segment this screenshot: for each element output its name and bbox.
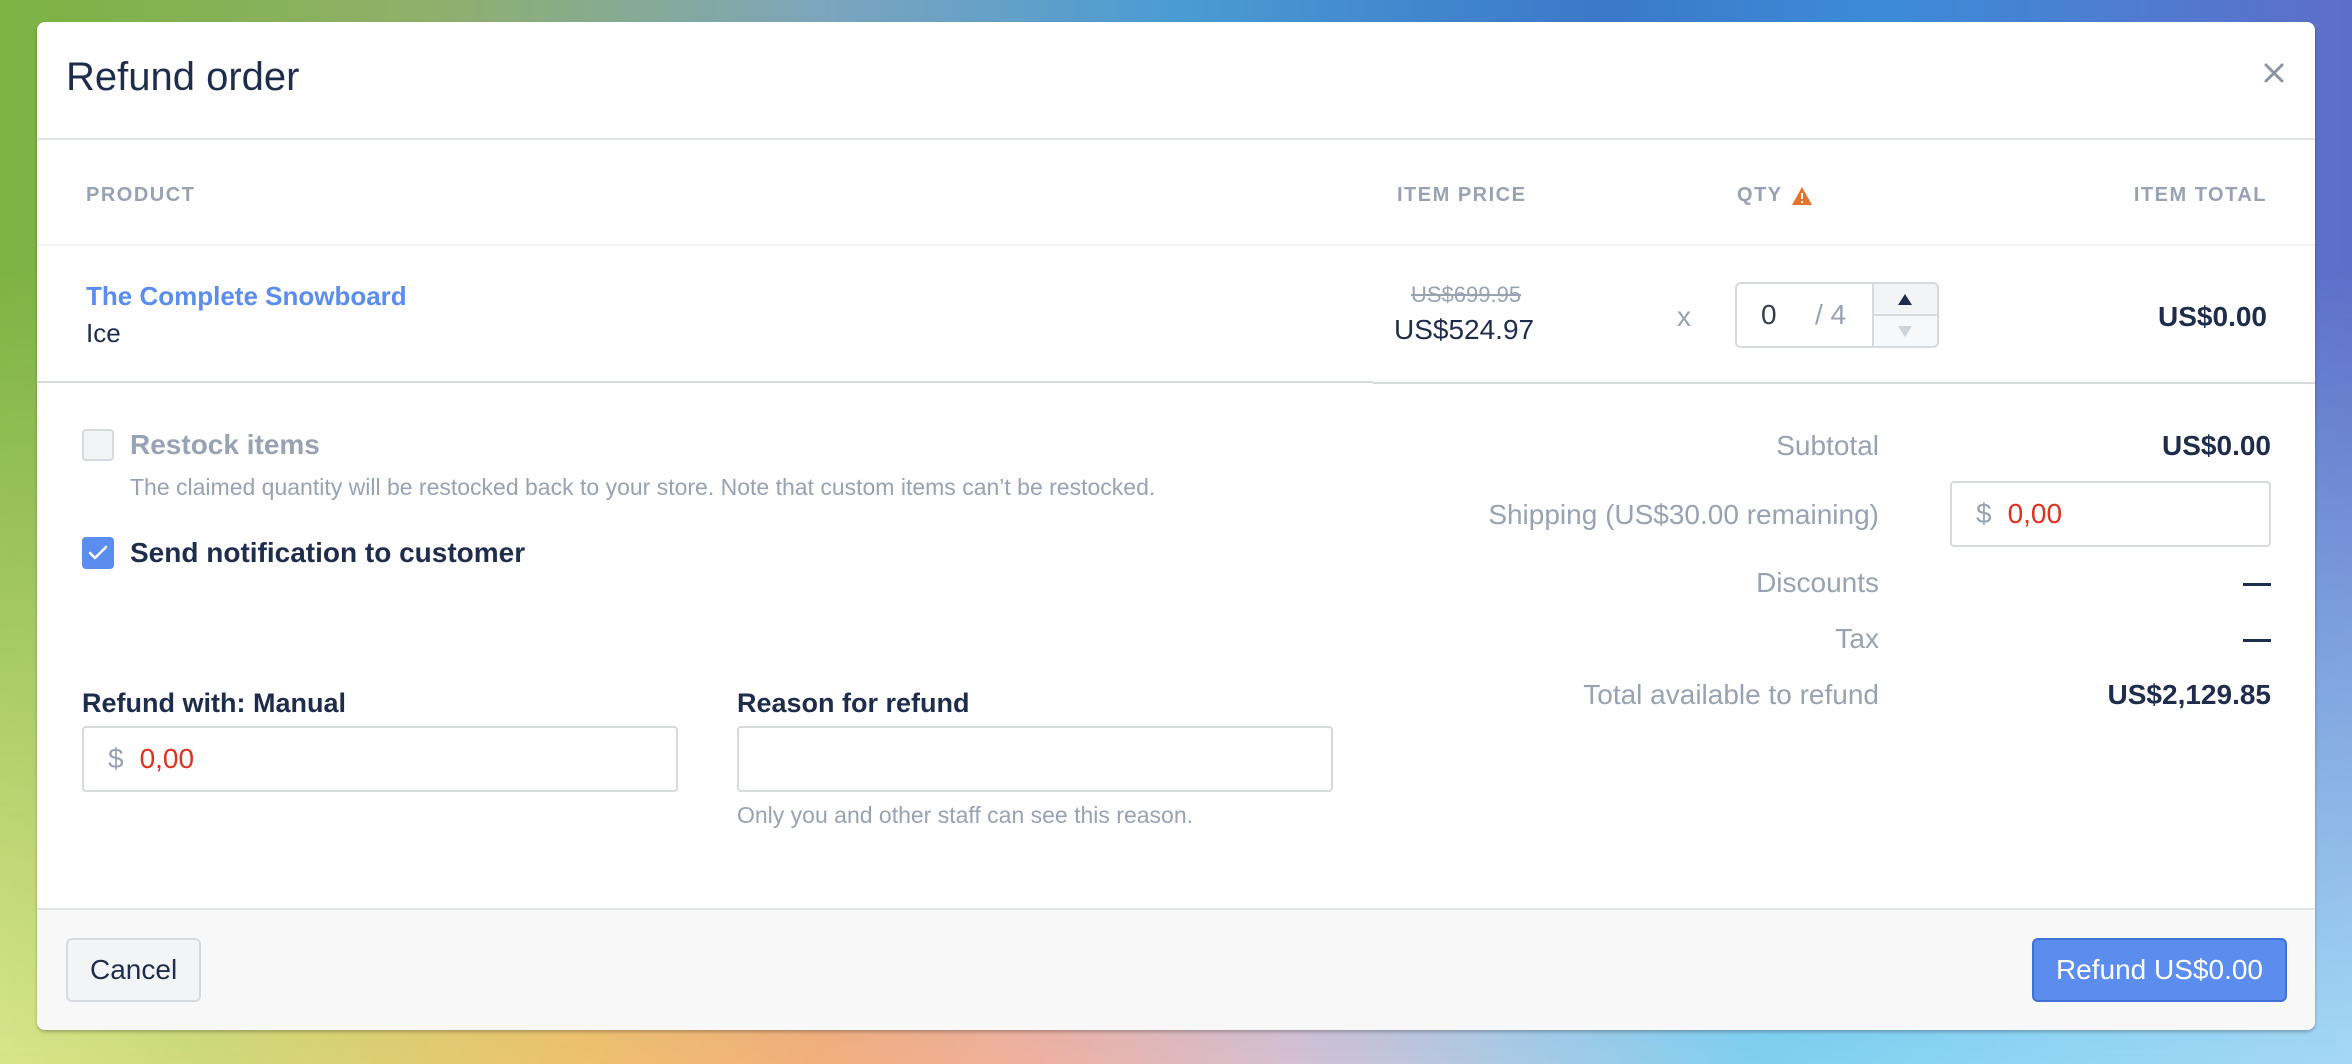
discounts-label: Discounts bbox=[1756, 567, 1879, 598]
column-header-item-total: ITEM TOTAL bbox=[2133, 184, 2267, 206]
discounts-value bbox=[2243, 583, 2271, 586]
reason-help-text: Only you and other staff can see this re… bbox=[737, 802, 1194, 828]
item-total: US$0.00 bbox=[2158, 301, 2267, 332]
send-notification-label: Send notification to customer bbox=[130, 537, 526, 568]
quantity-stepper-buttons bbox=[1871, 284, 1937, 346]
send-notification-option[interactable]: Send notification to customer bbox=[82, 537, 525, 569]
quantity-value[interactable]: 0 bbox=[1761, 299, 1815, 331]
tax-value bbox=[2243, 639, 2271, 642]
quantity-increment-button[interactable] bbox=[1873, 284, 1937, 316]
cancel-button[interactable]: Cancel bbox=[66, 938, 202, 1002]
send-notification-checkbox[interactable] bbox=[82, 537, 114, 569]
checkmark-icon bbox=[88, 545, 108, 560]
refund-order-modal: Refund order PRODUCT ITEM PRICE QTY ITEM… bbox=[37, 22, 2315, 1030]
reason-label: Reason for refund bbox=[737, 688, 970, 718]
caret-up-icon bbox=[1898, 293, 1913, 305]
multiply-sign: x bbox=[1677, 301, 1691, 332]
reason-input[interactable] bbox=[737, 726, 1333, 792]
shipping-amount-value: 0,00 bbox=[2007, 498, 2063, 529]
column-header-qty: QTY bbox=[1737, 184, 1813, 207]
column-header-qty-label: QTY bbox=[1737, 184, 1783, 206]
total-available-label: Total available to refund bbox=[1583, 679, 1879, 710]
refund-button[interactable]: Refund US$0.00 bbox=[2031, 938, 2287, 1002]
refund-with-label: Refund with: Manual bbox=[82, 688, 346, 718]
column-header-item-price: ITEM PRICE bbox=[1397, 184, 1527, 206]
quantity-decrement-button[interactable] bbox=[1873, 316, 1937, 346]
restock-items-label: Restock items bbox=[130, 429, 320, 460]
restock-help-text: The claimed quantity will be restocked b… bbox=[130, 474, 1156, 500]
warning-triangle-icon[interactable] bbox=[1791, 186, 1813, 206]
shipping-amount-input[interactable]: $ 0,00 bbox=[1950, 481, 2271, 547]
subtotal-label: Subtotal bbox=[1776, 430, 1879, 461]
refund-amount-value: 0,00 bbox=[139, 743, 195, 774]
divider bbox=[1373, 382, 2315, 384]
modal-header: Refund order bbox=[37, 22, 2315, 140]
refund-amount-input[interactable]: $ 0,00 bbox=[82, 726, 678, 792]
caret-down-icon bbox=[1898, 325, 1913, 337]
currency-symbol: $ bbox=[1976, 498, 1992, 529]
total-available-value: US$2,129.85 bbox=[2107, 679, 2271, 710]
shipping-label: Shipping (US$30.00 remaining) bbox=[1488, 499, 1879, 530]
tax-label: Tax bbox=[1835, 623, 1879, 654]
quantity-max: / 4 bbox=[1815, 299, 1847, 330]
restock-items-checkbox[interactable] bbox=[82, 429, 114, 461]
item-price: US$524.97 bbox=[1394, 314, 1535, 345]
currency-symbol: $ bbox=[108, 743, 124, 774]
quantity-stepper: 0 / 4 bbox=[1735, 282, 1939, 348]
quantity-input[interactable]: 0 / 4 bbox=[1737, 284, 1872, 346]
modal-title: Refund order bbox=[66, 55, 300, 99]
product-variant: Ice bbox=[86, 318, 121, 348]
original-price: US$699.95 bbox=[1411, 282, 1522, 307]
table-header: PRODUCT ITEM PRICE QTY ITEM TOTAL bbox=[37, 140, 2315, 246]
subtotal-value: US$0.00 bbox=[2162, 430, 2271, 461]
product-name-link[interactable]: The Complete Snowboard bbox=[86, 281, 407, 312]
close-icon bbox=[2264, 63, 2284, 83]
close-button[interactable] bbox=[2259, 58, 2289, 88]
column-header-product: PRODUCT bbox=[86, 184, 196, 206]
divider bbox=[37, 381, 1373, 383]
modal-footer: Cancel Refund US$0.00 bbox=[37, 908, 2315, 1030]
table-row: The Complete Snowboard Ice US$699.95 US$… bbox=[37, 246, 2315, 383]
restock-items-option[interactable]: Restock items bbox=[82, 429, 320, 461]
